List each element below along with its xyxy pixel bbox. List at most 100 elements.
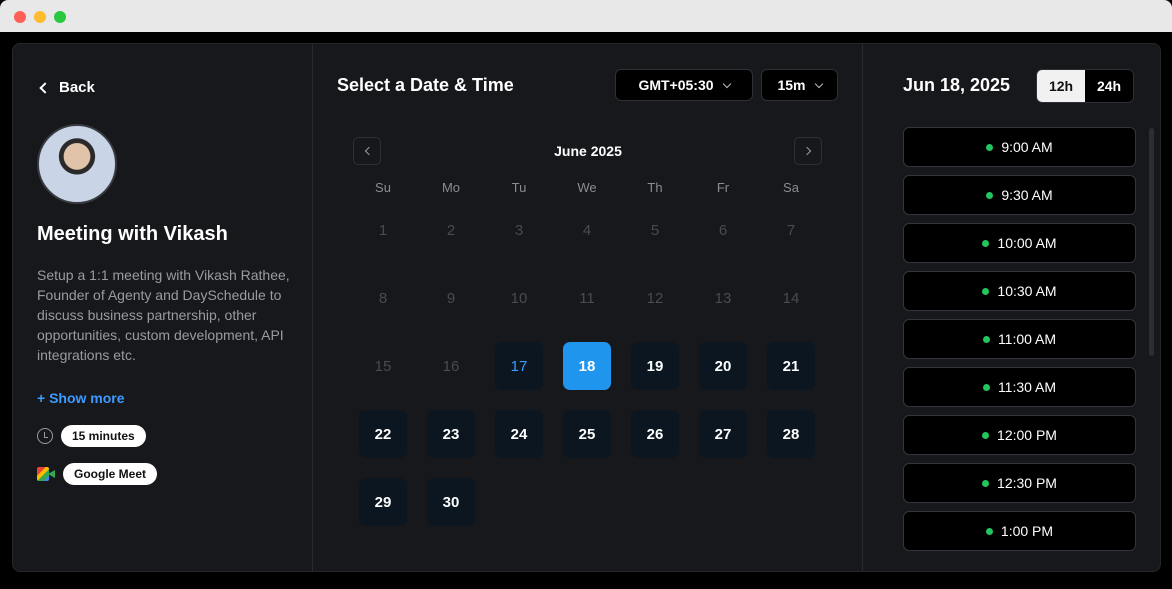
clock-icon <box>37 428 53 444</box>
calendar-day-17[interactable]: 17 <box>495 342 543 390</box>
calendar-day-28[interactable]: 28 <box>767 410 815 458</box>
timezone-value: GMT+05:30 <box>638 77 714 93</box>
time-slot-button[interactable]: 9:00 AM <box>903 127 1136 167</box>
time-slot-label: 11:30 AM <box>997 379 1057 395</box>
weekday-label: Mo <box>441 180 461 195</box>
interval-value: 15m <box>777 77 806 93</box>
availability-dot-icon <box>982 239 990 247</box>
chevron-left-icon <box>39 81 51 94</box>
chevron-right-icon <box>802 146 811 156</box>
availability-dot-icon <box>982 335 990 343</box>
meeting-description: Setup a 1:1 meeting with Vikash Rathee, … <box>37 267 290 363</box>
time-slot-button[interactable]: 11:30 AM <box>903 367 1136 407</box>
weekday-label: Th <box>647 180 663 195</box>
calendar-day-6: 6 <box>718 221 728 239</box>
calendar-day-10: 10 <box>510 289 528 307</box>
format-12h-button[interactable]: 12h <box>1037 70 1085 102</box>
time-slot-label: 10:00 AM <box>997 235 1057 251</box>
month-label: June 2025 <box>554 143 622 159</box>
time-slot-label: 12:30 PM <box>997 475 1057 491</box>
location-badge: Google Meet <box>63 463 158 485</box>
calendar-day-7: 7 <box>786 221 796 239</box>
duration-row: 15 minutes <box>37 425 146 447</box>
time-slot-button[interactable]: 11:00 AM <box>903 319 1136 359</box>
format-24h-button[interactable]: 24h <box>1085 70 1133 102</box>
weekday-label: Su <box>375 180 391 195</box>
time-slot-label: 12:00 PM <box>997 427 1057 443</box>
next-month-button[interactable] <box>794 137 822 165</box>
timezone-select[interactable]: GMT+05:30 <box>615 69 753 101</box>
calendar-day-22[interactable]: 22 <box>359 410 407 458</box>
show-more-link[interactable]: + Show more <box>37 390 125 406</box>
time-slot-label: 11:00 AM <box>997 331 1057 347</box>
slot-list-scrollbar[interactable] <box>1149 128 1154 356</box>
back-label: Back <box>59 79 95 96</box>
calendar-day-3: 3 <box>514 221 524 239</box>
window-titlebar <box>0 0 1172 32</box>
meeting-title: Meeting with Vikash <box>37 223 228 245</box>
time-slot-list: 9:00 AM 9:30 AM 10:00 AM 10:30 AM 11:00 AM 11… <box>903 127 1137 559</box>
calendar-day-5: 5 <box>650 221 660 239</box>
time-slot-label: 9:00 AM <box>1001 139 1053 155</box>
calendar-day-25[interactable]: 25 <box>563 410 611 458</box>
minimize-window-button[interactable] <box>34 11 46 23</box>
time-slot-label: 1:00 PM <box>1000 523 1054 539</box>
calendar-day-24[interactable]: 24 <box>495 410 543 458</box>
availability-dot-icon <box>986 191 994 199</box>
calendar-day-18[interactable]: 18 <box>563 342 611 390</box>
calendar-panel: Select a Date & Time GMT+05:30 15m June … <box>313 44 863 571</box>
availability-dot-icon <box>982 383 990 391</box>
booking-app: Back Meeting with Vikash Setup a 1:1 mee… <box>12 43 1161 572</box>
calendar-day-29[interactable]: 29 <box>359 478 407 526</box>
calendar-day-14: 14 <box>782 289 800 307</box>
event-info-panel: Back Meeting with Vikash Setup a 1:1 mee… <box>13 44 313 571</box>
availability-dot-icon <box>986 143 994 151</box>
weekday-label: Tu <box>511 180 527 195</box>
maximize-window-button[interactable] <box>54 11 66 23</box>
selected-date-label: Jun 18, 2025 <box>903 75 1011 95</box>
calendar-heading: Select a Date & Time <box>337 75 514 95</box>
weekday-label: Fr <box>716 180 730 195</box>
time-slot-button[interactable]: 10:00 AM <box>903 223 1136 263</box>
duration-badge: 15 minutes <box>61 425 146 447</box>
calendar-day-11: 11 <box>579 289 595 307</box>
time-format-toggle: 12h 24h <box>1036 69 1134 103</box>
time-slot-button[interactable]: 9:30 AM <box>903 175 1136 215</box>
time-slot-button[interactable]: 12:30 PM <box>903 463 1136 503</box>
weekday-label: Sa <box>783 180 799 195</box>
calendar-day-8: 8 <box>378 289 388 307</box>
calendar-day-30[interactable]: 30 <box>427 478 475 526</box>
calendar-day-12: 12 <box>646 289 664 307</box>
calendar-day-2: 2 <box>446 221 456 239</box>
time-slot-button[interactable]: 1:00 PM <box>903 511 1136 551</box>
calendar-day-19[interactable]: 19 <box>631 342 679 390</box>
back-button[interactable]: Back <box>38 79 95 96</box>
chevron-down-icon <box>814 79 823 88</box>
host-avatar <box>37 124 117 204</box>
close-window-button[interactable] <box>14 11 26 23</box>
calendar-day-20[interactable]: 20 <box>699 342 747 390</box>
time-slot-label: 10:30 AM <box>997 283 1057 299</box>
calendar-day-15: 15 <box>374 357 392 375</box>
availability-dot-icon <box>982 479 990 487</box>
calendar-day-16: 16 <box>442 357 460 375</box>
time-slot-label: 9:30 AM <box>1001 187 1053 203</box>
calendar-day-27[interactable]: 27 <box>699 410 747 458</box>
availability-dot-icon <box>985 527 993 535</box>
weekday-label: We <box>577 180 597 195</box>
time-slots-panel: Jun 18, 2025 12h 24h 9:00 AM 9:30 AM 10:00… <box>863 44 1160 571</box>
calendar-day-23[interactable]: 23 <box>427 410 475 458</box>
time-slot-button[interactable]: 12:00 PM <box>903 415 1136 455</box>
time-slot-button[interactable]: 10:30 AM <box>903 271 1136 311</box>
interval-select[interactable]: 15m <box>761 69 838 101</box>
calendar-day-13: 13 <box>714 289 732 307</box>
availability-dot-icon <box>982 287 990 295</box>
availability-dot-icon <box>982 431 990 439</box>
calendar-day-4: 4 <box>582 221 592 239</box>
calendar-day-26[interactable]: 26 <box>631 410 679 458</box>
calendar-day-9: 9 <box>446 289 456 307</box>
location-row: Google Meet <box>37 463 158 485</box>
calendar-day-21[interactable]: 21 <box>767 342 815 390</box>
google-meet-icon <box>37 467 55 481</box>
calendar-day-1: 1 <box>378 221 388 239</box>
